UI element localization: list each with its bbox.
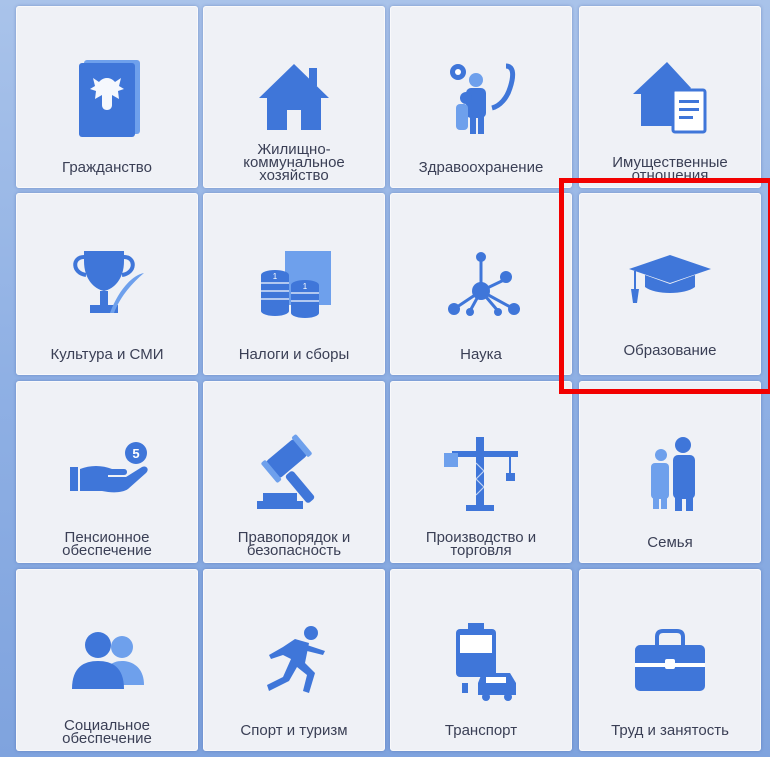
gavel-icon <box>249 433 339 513</box>
tile-family[interactable]: Семья <box>579 381 761 563</box>
tile-label: Производство и торговля <box>425 529 537 559</box>
tile-label: Семья <box>647 534 693 551</box>
graduation-cap-icon <box>625 245 715 325</box>
trophy-quill-icon <box>62 245 152 325</box>
tile-social[interactable]: Социальное обеспечение <box>16 569 198 751</box>
tile-citizenship[interactable]: Гражданство <box>16 6 198 188</box>
tile-pension[interactable]: 5 Пенсионное обеспечение <box>16 381 198 563</box>
tile-label: Спорт и туризм <box>240 722 348 739</box>
family-icon <box>625 433 715 513</box>
tile-label: Образование <box>623 342 717 359</box>
briefcase-icon <box>625 621 715 701</box>
tile-label: Социальное обеспечение <box>62 717 152 747</box>
stethoscope-icon <box>436 58 526 138</box>
tile-production[interactable]: Производство и торговля <box>390 381 572 563</box>
svg-text:1: 1 <box>303 282 308 291</box>
tile-label: Труд и занятость <box>611 722 729 739</box>
transport-icon <box>436 621 526 701</box>
tile-education[interactable]: Образование <box>579 193 761 375</box>
tile-science[interactable]: Наука <box>390 193 572 375</box>
runner-icon <box>249 621 339 701</box>
tile-label: Наука <box>460 346 502 363</box>
hand-coin-icon: 5 <box>62 433 152 513</box>
tile-label: Правопорядок и безопасность <box>237 529 351 559</box>
people-icon <box>62 621 152 701</box>
tile-transport[interactable]: Транспорт <box>390 569 572 751</box>
tile-label: Жилищно-коммунальное хозяйство <box>243 141 345 184</box>
crane-icon <box>436 433 526 513</box>
tile-law[interactable]: Правопорядок и безопасность <box>203 381 385 563</box>
tile-label: Имущественные отношения <box>612 154 728 184</box>
tile-label: Налоги и сборы <box>238 346 350 363</box>
tile-label: Здравоохранение <box>418 159 544 176</box>
molecule-icon <box>436 245 526 325</box>
category-grid: Гражданство Жилищно-коммунальное хозяйств… <box>0 0 770 757</box>
tile-property[interactable]: Имущественные отношения <box>579 6 761 188</box>
tile-healthcare[interactable]: Здравоохранение <box>390 6 572 188</box>
tile-label: Гражданство <box>62 159 152 176</box>
tile-sport[interactable]: Спорт и туризм <box>203 569 385 751</box>
tile-taxes[interactable]: 1 1 Налоги и сборы <box>203 193 385 375</box>
house-icon <box>249 58 339 138</box>
tile-label: Транспорт <box>444 722 518 739</box>
passport-icon <box>62 58 152 138</box>
tile-culture[interactable]: Культура и СМИ <box>16 193 198 375</box>
svg-text:5: 5 <box>132 446 139 461</box>
svg-text:1: 1 <box>273 272 278 281</box>
tile-label: Пенсионное обеспечение <box>62 529 152 559</box>
tile-label: Культура и СМИ <box>50 346 164 363</box>
coins-icon: 1 1 <box>249 245 339 325</box>
tile-labor[interactable]: Труд и занятость <box>579 569 761 751</box>
house-document-icon <box>625 58 715 138</box>
tile-housing[interactable]: Жилищно-коммунальное хозяйство <box>203 6 385 188</box>
